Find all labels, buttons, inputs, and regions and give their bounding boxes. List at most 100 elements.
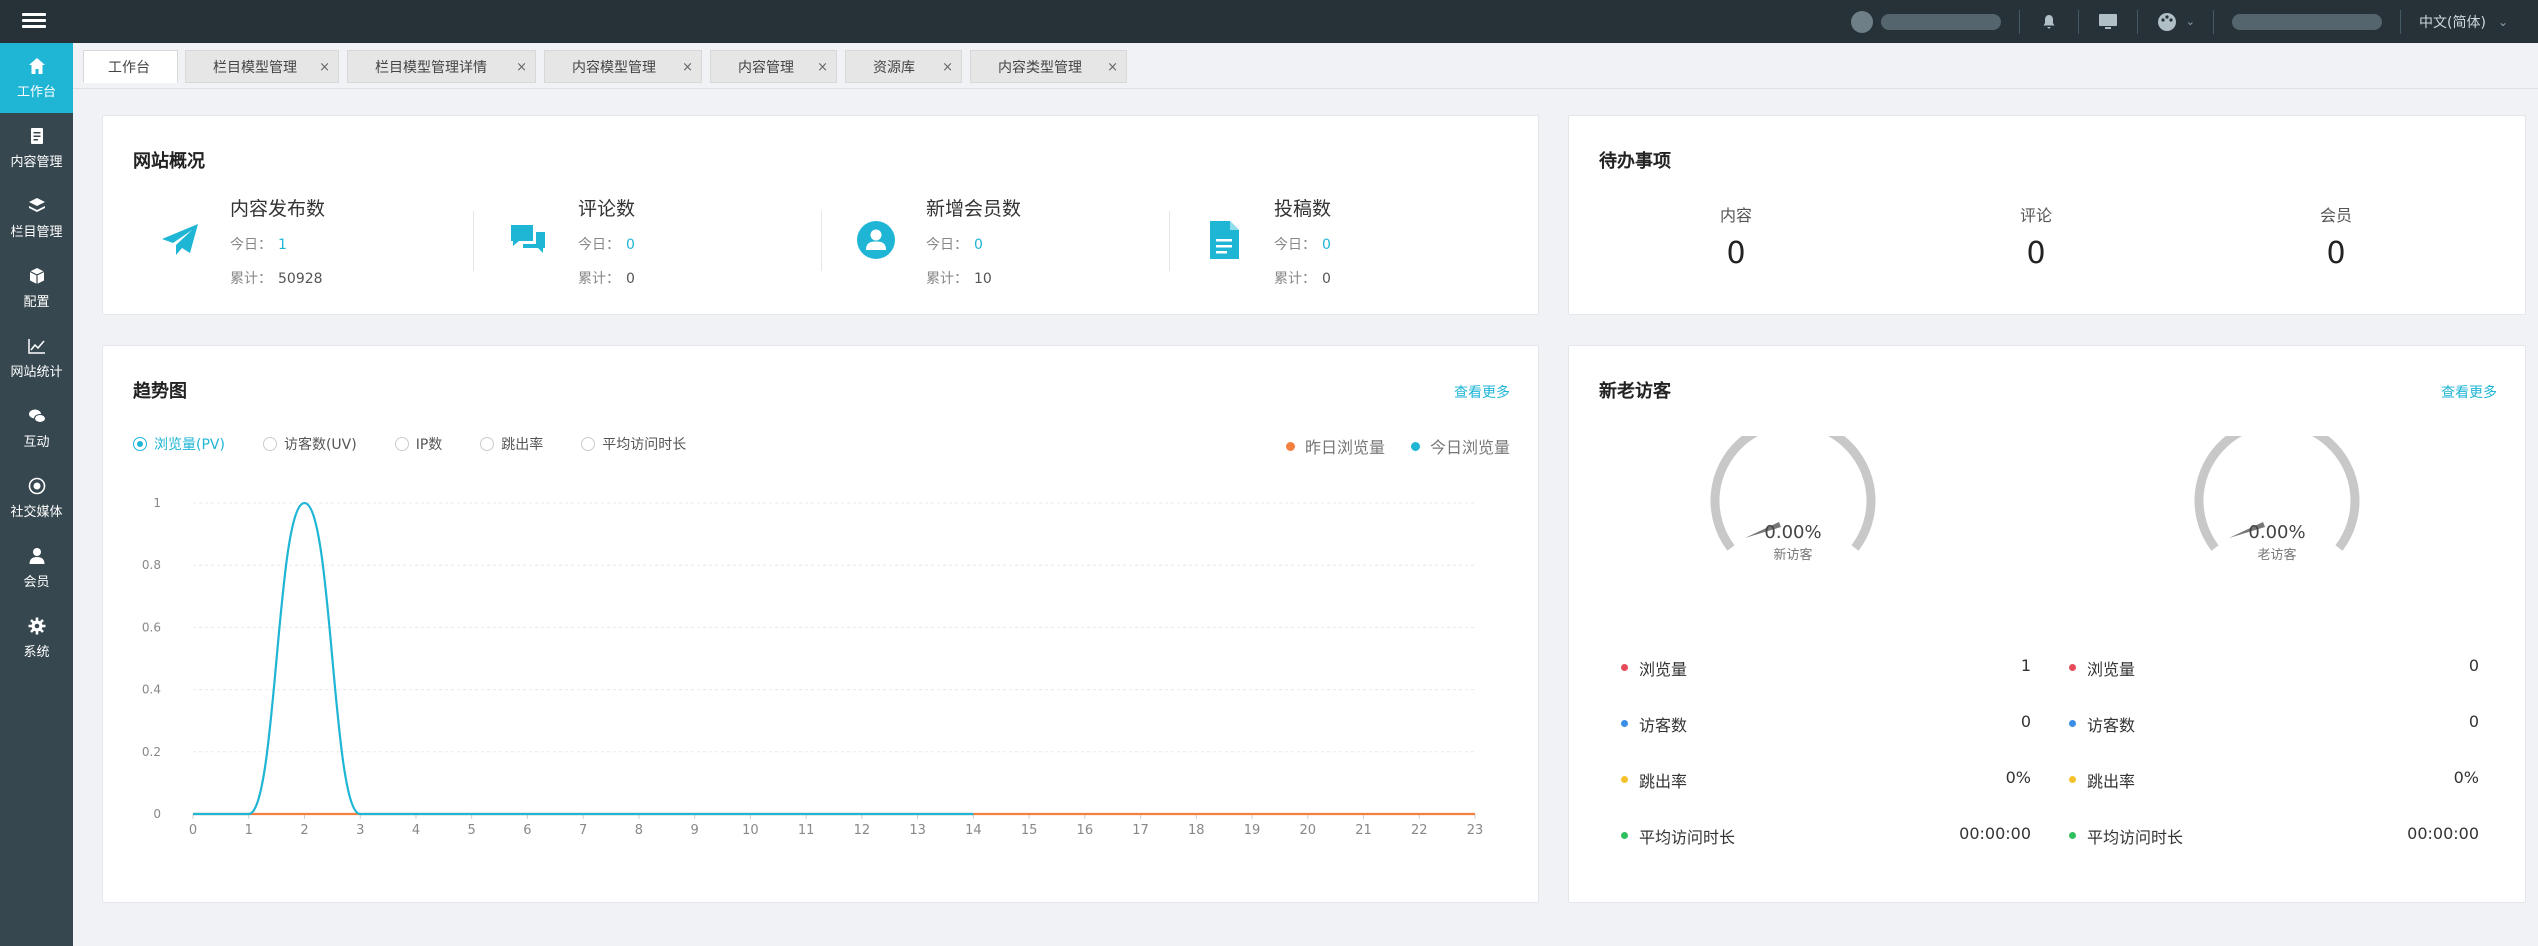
layers-icon bbox=[28, 198, 45, 212]
x-tick-label: 16 bbox=[1077, 823, 1094, 838]
tab-label: 内容类型管理 bbox=[998, 59, 1082, 76]
sidebar-item-label: 栏目管理 bbox=[10, 225, 63, 240]
stat-submissions: 投稿数 今日： 0 累计： 0 bbox=[1174, 194, 1504, 294]
close-icon[interactable]: × bbox=[817, 60, 828, 75]
sidebar-item-content[interactable]: 内容管理 bbox=[0, 113, 73, 183]
tab-column-model[interactable]: 栏目模型管理 × bbox=[185, 50, 339, 83]
close-icon[interactable]: × bbox=[942, 60, 953, 75]
close-icon[interactable]: × bbox=[319, 60, 330, 75]
todo-item-content[interactable]: 内容 0 bbox=[1586, 202, 1886, 271]
x-tick-label: 7 bbox=[579, 823, 587, 838]
stat-content-published: 内容发布数 今日： 1 累计： 50928 bbox=[130, 194, 460, 294]
gauge-percent: 0.00% bbox=[2248, 522, 2306, 543]
overview-card: 网站概况 内容发布数 今日： 1 累计： 50928 评论数 今日： 0 累计： 0 新… bbox=[102, 115, 1539, 315]
stat-total-value: 10 bbox=[974, 271, 992, 287]
x-tick-label: 14 bbox=[965, 823, 982, 838]
chevron-down-icon[interactable]: ⌄ bbox=[2186, 15, 2195, 28]
total-label: 累计： bbox=[926, 271, 968, 287]
sidebar-item-label: 互动 bbox=[23, 435, 50, 450]
new-visitor-row: 浏览量 1 bbox=[1621, 656, 2031, 680]
x-tick-label: 11 bbox=[798, 823, 815, 838]
sidebar-item-columns[interactable]: 栏目管理 bbox=[0, 183, 73, 253]
sidebar-item-system[interactable]: 系统 bbox=[0, 603, 73, 673]
stat-total-value: 0 bbox=[1322, 271, 1331, 287]
tab-dashboard[interactable]: 工作台 bbox=[83, 50, 178, 83]
today-label: 今日： bbox=[1274, 237, 1316, 253]
top-bar-actions: ⌄ 中文(简体) ⌄ bbox=[1850, 0, 2508, 43]
returning-visitor-row: 跳出率 0% bbox=[2069, 768, 2479, 792]
y-tick-label: 0 bbox=[153, 807, 161, 821]
tab-label: 工作台 bbox=[108, 59, 150, 76]
tab-content-model[interactable]: 内容模型管理 × bbox=[544, 50, 702, 83]
monitor-icon[interactable] bbox=[2097, 11, 2119, 33]
tab-resource-library[interactable]: 资源库 × bbox=[845, 50, 962, 83]
stat-name: 内容发布数 bbox=[230, 198, 326, 220]
x-tick-label: 13 bbox=[909, 823, 926, 838]
sidebar-item-label: 工作台 bbox=[16, 85, 56, 100]
account-info-redacted[interactable] bbox=[2232, 13, 2382, 30]
todo-item-comments[interactable]: 评论 0 bbox=[1886, 202, 2186, 271]
member-icon bbox=[852, 216, 900, 264]
document-icon bbox=[30, 128, 43, 144]
visitors-card: 新老访客 查看更多 0.00% 新访客 0.00% 老访客 浏览量 1 访客数 0 … bbox=[1568, 345, 2526, 903]
x-tick-label: 8 bbox=[635, 823, 643, 838]
sidebar-item-interaction[interactable]: 互动 bbox=[0, 393, 73, 463]
stat-total-value: 50928 bbox=[278, 271, 323, 287]
close-icon[interactable]: × bbox=[516, 60, 527, 75]
x-tick-label: 22 bbox=[1411, 823, 1428, 838]
tab-column-model-detail[interactable]: 栏目模型管理详情 × bbox=[347, 50, 536, 83]
x-tick-label: 9 bbox=[691, 823, 699, 838]
user-name-redacted[interactable] bbox=[1880, 13, 2001, 30]
sidebar-item-dashboard[interactable]: 工作台 bbox=[0, 43, 73, 113]
x-tick-label: 17 bbox=[1132, 823, 1149, 838]
stat-today-value[interactable]: 0 bbox=[974, 237, 983, 253]
language-label: 中文(简体) bbox=[2419, 14, 2486, 31]
tab-bar: 工作台 栏目模型管理 × 栏目模型管理详情 × 内容模型管理 × 内容管理 × … bbox=[73, 43, 2538, 89]
returning-visitor-row: 平均访问时长 00:00:00 bbox=[2069, 824, 2479, 848]
total-label: 累计： bbox=[230, 271, 272, 287]
tab-label: 内容管理 bbox=[738, 59, 794, 76]
home-icon bbox=[28, 58, 45, 74]
tab-content-management[interactable]: 内容管理 × bbox=[710, 50, 837, 83]
stat-name: 评论数 bbox=[578, 198, 636, 220]
tab-label: 栏目模型管理详情 bbox=[375, 59, 487, 76]
trend-line-chart: 00.20.40.60.810 1 2 3 4 5 6 7 8 9 10 11 12 13 14 15 16 17… bbox=[142, 496, 1483, 838]
line-chart-icon bbox=[27, 339, 45, 354]
bell-icon[interactable] bbox=[2038, 11, 2060, 33]
new-visitor-row: 跳出率 0% bbox=[1621, 768, 2031, 792]
total-label: 累计： bbox=[578, 271, 620, 287]
chat-icon bbox=[28, 409, 46, 423]
gauge-label: 新访客 bbox=[1773, 548, 1813, 563]
sidebar-item-stats[interactable]: 网站统计 bbox=[0, 323, 73, 393]
palette-icon[interactable] bbox=[2156, 11, 2178, 33]
paper-plane-icon bbox=[156, 216, 204, 264]
new-visitor-row: 访客数 0 bbox=[1621, 712, 2031, 736]
stat-today-value[interactable]: 1 bbox=[278, 237, 287, 253]
stat-today-value[interactable]: 0 bbox=[1322, 237, 1331, 253]
new-visitor-row: 平均访问时长 00:00:00 bbox=[1621, 824, 2031, 848]
x-tick-label: 19 bbox=[1244, 823, 1261, 838]
sidebar-item-members[interactable]: 会员 bbox=[0, 533, 73, 603]
close-icon[interactable]: × bbox=[1107, 60, 1118, 75]
view-more-link[interactable]: 查看更多 bbox=[2441, 382, 2497, 402]
returning-visitor-row: 浏览量 0 bbox=[2069, 656, 2479, 680]
sidebar-item-social[interactable]: 社交媒体 bbox=[0, 463, 73, 533]
language-selector[interactable]: 中文(简体) ⌄ bbox=[2419, 12, 2508, 32]
y-tick-label: 0.4 bbox=[142, 683, 161, 697]
sidebar-item-config[interactable]: 配置 bbox=[0, 253, 73, 323]
tab-label: 内容模型管理 bbox=[572, 59, 656, 76]
close-icon[interactable]: × bbox=[682, 60, 693, 75]
x-tick-label: 0 bbox=[189, 823, 197, 838]
tab-content-type[interactable]: 内容类型管理 × bbox=[970, 50, 1127, 83]
y-tick-label: 0.6 bbox=[142, 620, 161, 634]
x-tick-label: 6 bbox=[523, 823, 531, 838]
hamburger-menu-icon[interactable] bbox=[22, 10, 46, 32]
stat-today-value[interactable]: 0 bbox=[626, 237, 635, 253]
todo-label: 内容 bbox=[1719, 206, 1752, 225]
sidebar: 工作台 内容管理 栏目管理 配置 网站统计 互动 社交媒体 会员 系统 bbox=[0, 43, 73, 946]
todo-item-members[interactable]: 会员 0 bbox=[2186, 202, 2486, 271]
top-bar: ⌄ 中文(简体) ⌄ bbox=[0, 0, 2538, 43]
avatar[interactable] bbox=[1850, 10, 1873, 33]
todo-count: 0 bbox=[1726, 236, 1746, 271]
sidebar-item-label: 社交媒体 bbox=[10, 505, 63, 520]
